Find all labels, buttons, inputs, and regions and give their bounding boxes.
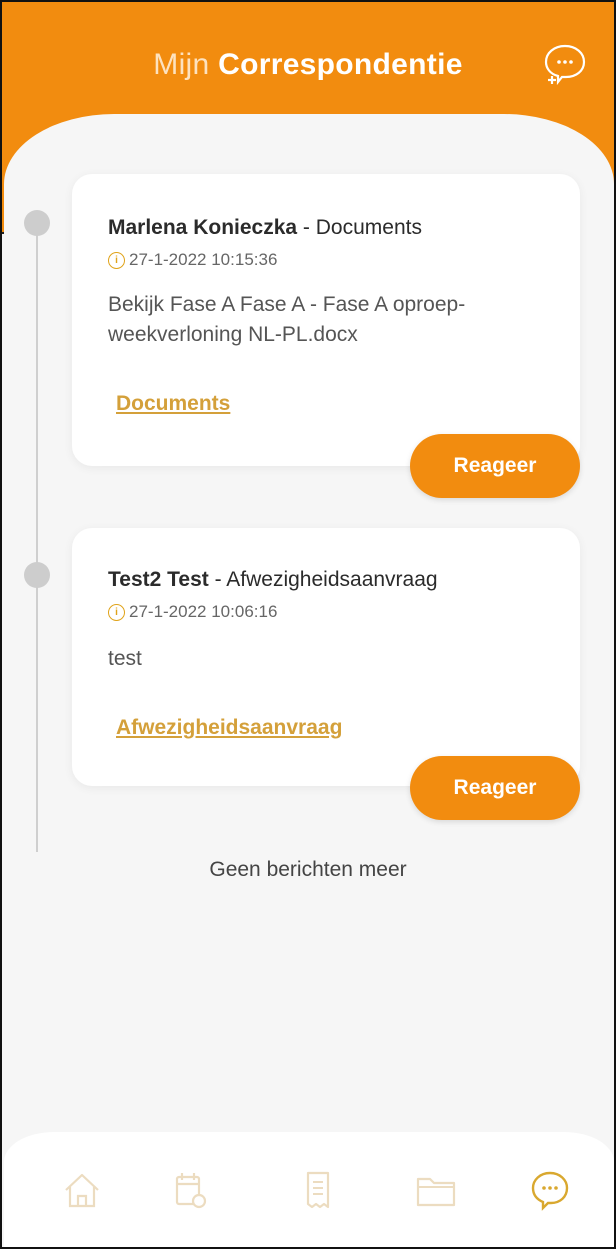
chat-icon — [531, 1171, 569, 1211]
message-body: test — [108, 647, 142, 670]
nav-correspondence[interactable] — [528, 1168, 572, 1212]
message-date: i 27-1-2022 10:06:16 — [108, 602, 277, 622]
info-icon: i — [108, 603, 125, 621]
timeline-dot — [24, 210, 50, 236]
message-card[interactable]: Marlena Konieczka - Documents i 27-1-202… — [72, 174, 580, 466]
nav-home[interactable] — [60, 1168, 104, 1212]
chat-plus-icon — [544, 44, 586, 86]
new-message-button[interactable] — [540, 40, 590, 90]
title-separator: - — [208, 568, 227, 591]
sender-name: Marlena Konieczka — [108, 216, 298, 239]
message-date: i 27-1-2022 10:15:36 — [108, 250, 277, 270]
nav-documents[interactable] — [414, 1168, 458, 1212]
reply-button[interactable]: Reageer — [410, 434, 580, 498]
page-title-light: Mijn — [153, 48, 210, 81]
receipt-icon — [306, 1171, 330, 1209]
bottom-nav — [4, 1132, 614, 1247]
nav-calendar[interactable] — [168, 1168, 212, 1212]
page-title-bold: Correspondentie — [218, 48, 463, 81]
message-title: Marlena Konieczka - Documents — [108, 216, 422, 240]
message-card[interactable]: Test2 Test - Afwezigheidsaanvraag i 27-1… — [72, 528, 580, 786]
timeline-line — [36, 217, 38, 852]
message-link[interactable]: Documents — [116, 392, 230, 416]
timeline-dot — [24, 562, 50, 588]
nav-receipts[interactable] — [296, 1168, 340, 1212]
calendar-icon — [175, 1173, 207, 1209]
message-date-text: 27-1-2022 10:06:16 — [129, 602, 278, 621]
sender-name: Test2 Test — [108, 568, 209, 591]
message-type: Documents — [315, 216, 422, 239]
end-of-list-label: Geen berichten meer — [209, 858, 407, 881]
message-date-text: 27-1-2022 10:15:36 — [129, 250, 278, 269]
home-icon — [65, 1173, 99, 1208]
message-type: Afwezigheidsaanvraag — [226, 568, 438, 591]
message-title: Test2 Test - Afwezigheidsaanvraag — [108, 568, 438, 592]
reply-button[interactable]: Reageer — [410, 756, 580, 820]
info-icon: i — [108, 251, 125, 269]
title-separator: - — [297, 216, 316, 239]
page-title: Mijn Correspondentie — [2, 48, 614, 82]
message-link[interactable]: Afwezigheidsaanvraag — [116, 716, 342, 740]
folder-icon — [416, 1177, 456, 1207]
message-body: Bekijk Fase A Fase A - Fase A oproep-wee… — [108, 293, 466, 346]
